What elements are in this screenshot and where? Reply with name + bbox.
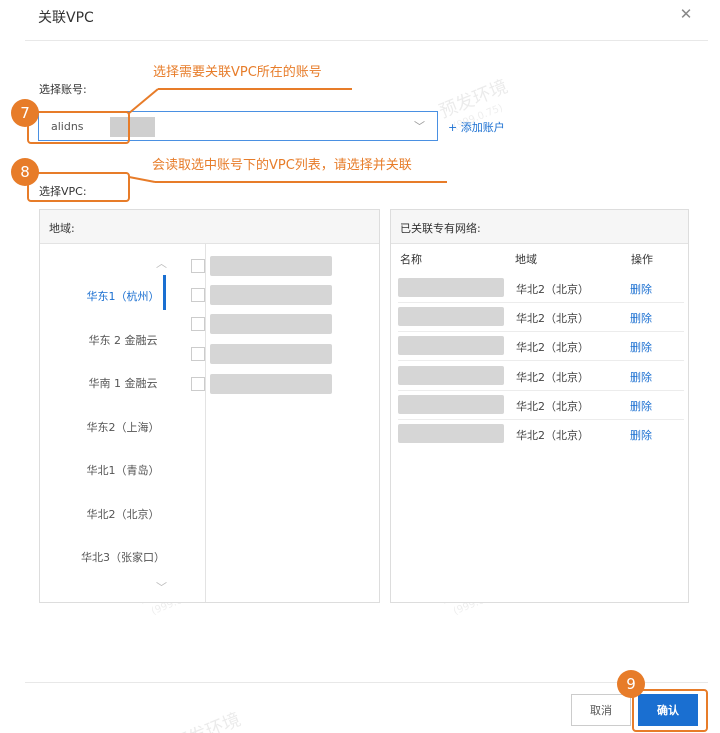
- vpc-name-redacted: [398, 424, 504, 443]
- region-item-qingdao[interactable]: 华北1（青岛）: [40, 462, 206, 478]
- add-account-link[interactable]: + 添加账户: [448, 119, 505, 135]
- delete-link[interactable]: 删除: [630, 310, 652, 326]
- row-region: 华北2（北京）: [516, 283, 589, 296]
- footer-divider: [25, 682, 708, 683]
- delete-link[interactable]: 删除: [630, 281, 652, 297]
- region-panel-title: 地域:: [49, 222, 75, 235]
- vpc-name-redacted: [398, 366, 504, 385]
- region-item-east2-finance[interactable]: 华东 2 金融云: [40, 332, 206, 348]
- cancel-button[interactable]: 取消: [571, 694, 631, 726]
- row-region: 华北2（北京）: [516, 429, 589, 442]
- step8-annotation: 会读取选中账号下的VPC列表，请选择并关联: [152, 158, 412, 173]
- delete-link[interactable]: 删除: [630, 339, 652, 355]
- vpc-name-redacted: [398, 336, 504, 355]
- chevron-up-icon[interactable]: ︿: [156, 255, 167, 271]
- vpc-name-redacted: [210, 256, 332, 276]
- region-item-beijing[interactable]: 华北2（北京）: [40, 506, 206, 522]
- chevron-down-icon: ﹀: [414, 120, 425, 133]
- close-icon[interactable]: ✕: [678, 6, 694, 22]
- checkbox[interactable]: [191, 347, 205, 361]
- column-header-region: 地域: [515, 253, 537, 266]
- dialog-title: 关联VPC: [38, 10, 94, 26]
- region-list[interactable]: ︿ 华东1（杭州） 华东 2 金融云 华南 1 金融云 华东2（上海） 华北1（…: [40, 244, 206, 602]
- checkbox[interactable]: [191, 317, 205, 331]
- vpc-name-redacted: [210, 285, 332, 305]
- table-row: 华北2（北京） 删除: [398, 391, 684, 420]
- associate-vpc-dialog: 预发环境 (999.0.75) 预发环境 (999.0.75) 预发环境 (99…: [0, 0, 720, 733]
- account-label: 选择账号:: [39, 83, 87, 96]
- step8-badge: 8: [11, 158, 39, 186]
- vpc-name-redacted: [210, 374, 332, 394]
- region-item-hangzhou[interactable]: 华东1（杭州）: [40, 288, 206, 304]
- checkbox[interactable]: [191, 288, 205, 302]
- delete-link[interactable]: 删除: [630, 398, 652, 414]
- region-item-south1-finance[interactable]: 华南 1 金融云: [40, 375, 206, 391]
- checkbox[interactable]: [191, 377, 205, 391]
- checkbox[interactable]: [191, 259, 205, 273]
- table-row: 华北2（北京） 删除: [398, 420, 684, 449]
- table-row: 华北2（北京） 删除: [398, 274, 684, 303]
- row-region: 华北2（北京）: [516, 400, 589, 413]
- row-region: 华北2（北京）: [516, 371, 589, 384]
- table-row: 华北2（北京） 删除: [398, 332, 684, 361]
- step9-highlight: [632, 689, 708, 732]
- linked-panel-title: 已关联专有网络:: [400, 222, 481, 235]
- header-divider: [25, 40, 708, 41]
- table-row: 华北2（北京） 删除: [398, 362, 684, 391]
- region-item-shanghai[interactable]: 华东2（上海）: [40, 419, 206, 435]
- active-region-indicator: [163, 275, 166, 310]
- step7-annotation: 选择需要关联VPC所在的账号: [153, 65, 322, 80]
- linked-panel-header: 已关联专有网络:: [391, 210, 688, 244]
- chevron-down-icon[interactable]: ﹀: [156, 579, 167, 595]
- vpc-name-redacted: [210, 314, 332, 334]
- vpc-name-redacted: [210, 344, 332, 364]
- linked-vpc-panel: 已关联专有网络: 名称 地域 操作 华北2（北京） 删除 华北2（北京） 删除 华北…: [390, 209, 689, 603]
- step8-highlight: [27, 172, 130, 202]
- watermark: 预发环境: [436, 76, 511, 123]
- vpc-name-redacted: [398, 278, 504, 297]
- region-item-zhangjiakou[interactable]: 华北3（张家口）: [40, 549, 206, 565]
- watermark: 预发环境: [169, 709, 244, 733]
- row-region: 华北2（北京）: [516, 312, 589, 325]
- table-row: 华北2（北京） 删除: [398, 303, 684, 332]
- step9-badge: 9: [617, 670, 645, 698]
- column-header-action: 操作: [631, 253, 653, 266]
- step7-highlight: [27, 111, 130, 144]
- vpc-name-redacted: [398, 395, 504, 414]
- region-panel-header: 地域:: [40, 210, 379, 244]
- delete-link[interactable]: 删除: [630, 427, 652, 443]
- delete-link[interactable]: 删除: [630, 369, 652, 385]
- row-region: 华北2（北京）: [516, 341, 589, 354]
- step7-badge: 7: [11, 99, 39, 127]
- column-header-name: 名称: [400, 253, 422, 266]
- vpc-name-redacted: [398, 307, 504, 326]
